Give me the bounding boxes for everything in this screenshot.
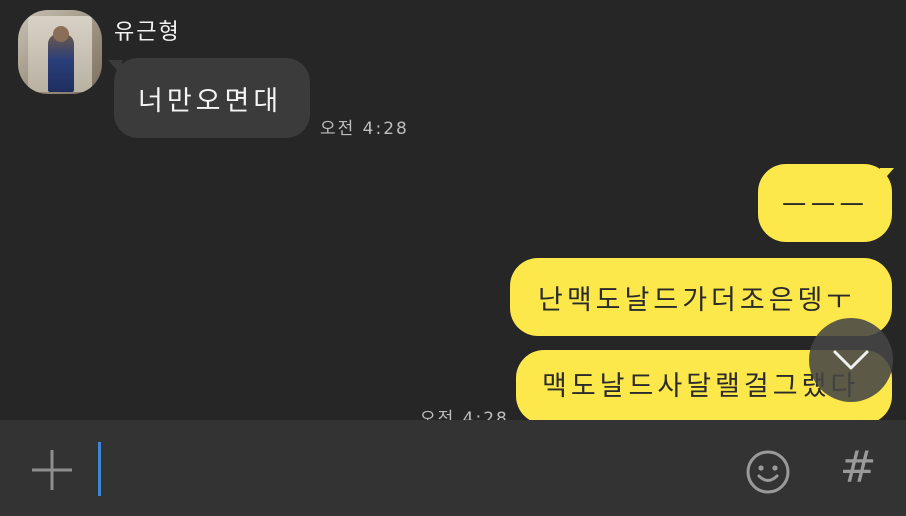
message-input-bar: # [0,420,906,516]
incoming-message-bubble[interactable]: 너만오면대 [114,58,310,138]
outgoing-message-bubble[interactable]: ㅡㅡㅡ [758,164,892,242]
incoming-message-text: 너만오면대 [138,85,283,117]
outgoing-message-text: ㅡㅡㅡ [781,190,869,222]
plus-icon[interactable] [28,446,76,494]
message-list[interactable]: 유근형 너만오면대 오전 4:28 ㅡㅡㅡ 난맥도날드가더조은뎅ㅜ 맥도날드사달… [0,0,906,420]
scroll-to-bottom-button[interactable] [809,318,893,402]
outgoing-message-text: 난맥도날드가더조은뎅ㅜ [538,284,856,316]
emoji-icon[interactable] [744,448,792,496]
sender-name: 유근형 [114,20,181,45]
incoming-message-time: 오전 4:28 [320,119,409,139]
outgoing-message-time: 오전 4:28 [420,409,509,420]
avatar-photo-head [53,26,69,42]
avatar[interactable] [18,10,102,94]
hashtag-search-button[interactable]: # [834,442,882,494]
chevron-down-icon [833,350,869,370]
message-input-field[interactable] [98,442,101,496]
chat-screen: 유근형 너만오면대 오전 4:28 ㅡㅡㅡ 난맥도날드가더조은뎅ㅜ 맥도날드사달… [0,0,906,516]
avatar-photo-person [48,34,74,92]
